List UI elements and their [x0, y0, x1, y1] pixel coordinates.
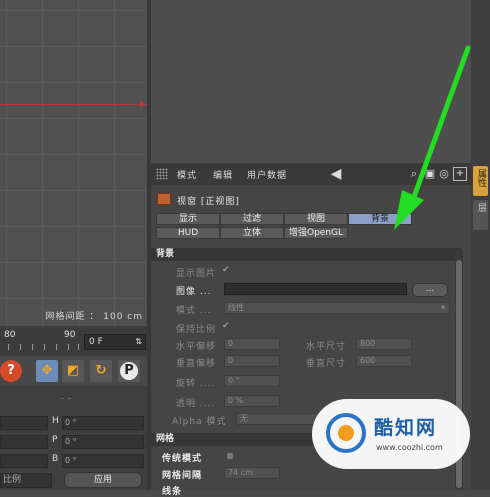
- move-icon[interactable]: ✥: [36, 360, 58, 382]
- image-label: 图像 ...: [176, 287, 212, 297]
- mode-value: 线性: [228, 303, 244, 312]
- v-size-label: 垂直尺寸: [306, 359, 347, 369]
- grid-spacing-label: 网格间隔: [162, 471, 203, 481]
- current-frame-value: 0 F: [89, 337, 103, 347]
- grid-spacing-field[interactable]: 74 cm: [224, 467, 280, 479]
- spinner-icon[interactable]: ⇅: [135, 335, 142, 349]
- coord-row-p: P 0 °: [0, 435, 147, 451]
- v-offset-label: 垂直偏移: [176, 359, 217, 369]
- tab-enhanced-opengl[interactable]: 增强OpenGL: [284, 227, 348, 239]
- image-browse-button[interactable]: ...: [412, 283, 448, 297]
- grid-spacing-label: 网格间距 ： 100 cm: [45, 312, 143, 322]
- object-name: 视窗 [正视图]: [177, 197, 240, 207]
- transparency-label: 透明 ....: [176, 399, 216, 409]
- image-path-field[interactable]: [224, 283, 407, 295]
- v-size-field[interactable]: 600: [356, 355, 412, 367]
- show-image-checkbox[interactable]: ✔: [222, 265, 230, 275]
- attribute-menubar: 模式 编辑 用户数据 ◀ ⌕ ▣ ◎ +: [151, 163, 471, 185]
- menu-edit[interactable]: 编辑: [213, 168, 233, 181]
- section-background-header[interactable]: 背景: [151, 248, 461, 261]
- upper-right-panel: [151, 0, 471, 163]
- rotation-p-field[interactable]: 0 °: [62, 435, 144, 449]
- grip-icon[interactable]: [156, 168, 168, 180]
- scale-mode-dropdown[interactable]: 比例: [0, 473, 52, 488]
- keep-ratio-label: 保持比例: [176, 325, 217, 335]
- watermark-title: 酷知网: [374, 417, 438, 439]
- tab-background[interactable]: 背景: [348, 213, 412, 225]
- object-row: 视窗 [正视图]: [151, 189, 471, 211]
- tab-layers[interactable]: 层: [473, 200, 488, 230]
- rotate-icon[interactable]: ↻: [90, 360, 112, 382]
- coord-header: – –: [60, 394, 72, 404]
- rotation-field[interactable]: 0 °: [224, 375, 280, 387]
- back-arrow-icon[interactable]: ◀: [329, 167, 343, 181]
- tab-filter[interactable]: 过滤: [220, 213, 284, 225]
- transparency-field[interactable]: 0 %: [224, 395, 280, 407]
- keep-ratio-checkbox[interactable]: ✔: [222, 321, 230, 331]
- timeline-ruler[interactable]: 80 90: [0, 326, 80, 356]
- scale-icon[interactable]: ◩: [62, 360, 84, 382]
- tab-hud[interactable]: HUD: [156, 227, 220, 239]
- watermark: 酷知网 www.coozhi.com: [312, 399, 470, 469]
- timeline-mark: 90: [64, 330, 76, 340]
- h-size-field[interactable]: 800: [356, 338, 412, 350]
- x-axis-arrow: [140, 100, 146, 108]
- rotation-b-field[interactable]: 0 °: [62, 454, 144, 468]
- timeline-mark: 80: [4, 330, 16, 340]
- current-frame-field[interactable]: 0 F ⇅: [84, 334, 146, 350]
- mode-dropdown[interactable]: 线性 ▾: [224, 302, 450, 314]
- coord-label: P: [52, 435, 58, 445]
- watermark-url: www.coozhi.com: [376, 443, 443, 452]
- viewport[interactable]: 网格间距 ： 100 cm: [0, 0, 147, 326]
- search-icon[interactable]: ⌕: [407, 167, 421, 181]
- watermark-logo-icon: [326, 413, 366, 453]
- tab-stereo[interactable]: 立体: [220, 227, 284, 239]
- render-icon[interactable]: P: [118, 360, 140, 382]
- menu-user-data[interactable]: 用户数据: [247, 168, 287, 181]
- h-offset-field[interactable]: 0: [224, 338, 280, 350]
- show-image-label: 显示图片: [176, 269, 217, 279]
- coord-label: H: [52, 416, 59, 426]
- rotation-h-field[interactable]: 0 °: [62, 416, 144, 430]
- x-axis-line: [0, 104, 147, 105]
- tool-row: ? ✥ ◩ ↻ P: [0, 356, 147, 386]
- help-icon[interactable]: ?: [0, 360, 22, 382]
- target-icon[interactable]: ◎: [437, 167, 451, 181]
- chevron-down-icon: ▾: [440, 303, 445, 312]
- v-offset-field[interactable]: 0: [224, 355, 280, 367]
- position-field[interactable]: [0, 416, 48, 430]
- new-panel-icon[interactable]: +: [453, 167, 467, 181]
- position-field[interactable]: [0, 435, 48, 449]
- rotation-label: 旋转 ....: [176, 379, 216, 389]
- right-sidebar: 属性 层: [471, 0, 490, 490]
- coord-label: B: [52, 454, 59, 464]
- h-size-label: 水平尺寸: [306, 342, 347, 352]
- h-offset-label: 水平偏移: [176, 342, 217, 352]
- tab-attributes[interactable]: 属性: [473, 166, 488, 196]
- position-field[interactable]: [0, 454, 48, 468]
- mode-label: 模式 ...: [176, 306, 212, 316]
- coord-row-b: B 0 °: [0, 454, 147, 470]
- lock-icon[interactable]: ▣: [423, 167, 437, 181]
- tab-display[interactable]: 显示: [156, 213, 220, 225]
- legacy-mode-label: 传统模式: [162, 454, 203, 464]
- coord-row-h: H 0 °: [0, 416, 147, 432]
- menu-mode[interactable]: 模式: [177, 168, 197, 181]
- legacy-mode-checkbox[interactable]: [226, 452, 234, 460]
- apply-button[interactable]: 应用: [64, 472, 142, 488]
- tab-view[interactable]: 视图: [284, 213, 348, 225]
- viewport-icon: [157, 193, 171, 205]
- lines-label: 线条: [162, 487, 183, 497]
- alpha-mode-label: Alpha 模式: [172, 417, 227, 427]
